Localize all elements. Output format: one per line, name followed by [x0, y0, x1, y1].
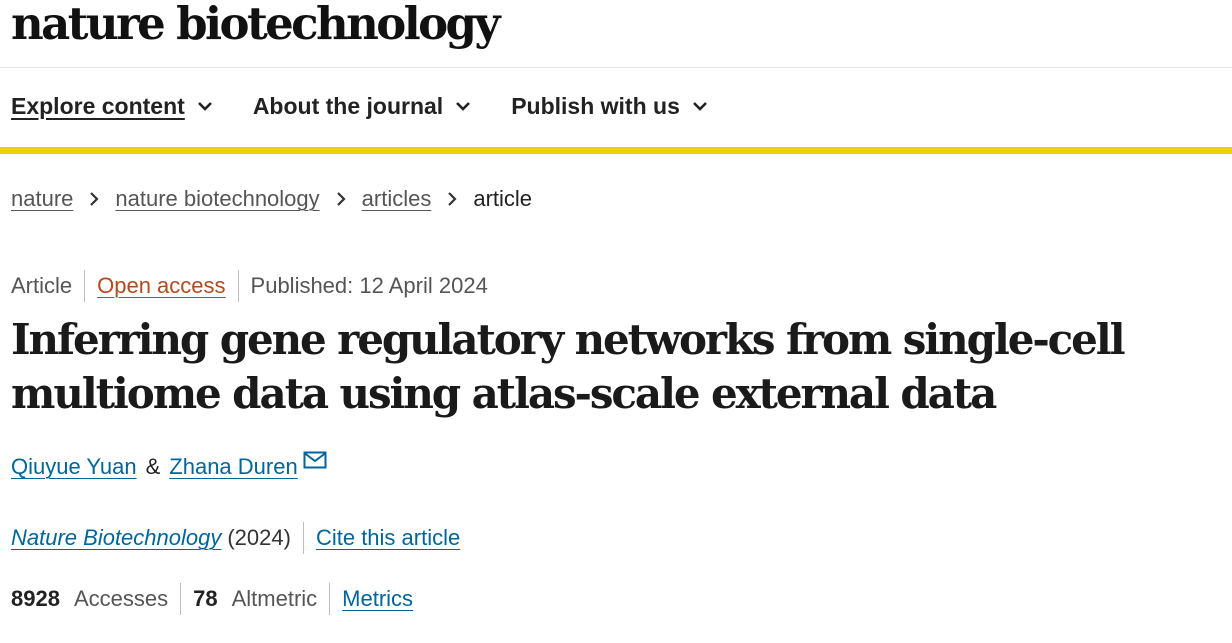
metrics-link[interactable]: Metrics [342, 586, 413, 612]
altmetric-score: 78 [193, 586, 218, 611]
author-link[interactable]: Zhana Duren [169, 454, 297, 480]
nav-about-journal[interactable]: About the journal [253, 93, 471, 120]
chevron-right-icon [448, 192, 457, 206]
breadcrumb: nature nature biotechnology articles art… [11, 186, 532, 212]
article-type: Article [11, 273, 73, 298]
chevron-down-icon [692, 102, 707, 111]
journal-link[interactable]: Nature Biotechnology [11, 525, 221, 551]
cite-this-article-link[interactable]: Cite this article [316, 525, 460, 551]
chevron-right-icon [90, 192, 99, 206]
chevron-down-icon [456, 102, 471, 111]
mail-icon[interactable] [303, 451, 327, 469]
nav-about-journal-label: About the journal [252, 92, 444, 119]
author-joiner: & [145, 454, 161, 479]
publication-year: (2024) [227, 525, 291, 550]
accesses-count: 8928 [11, 586, 60, 611]
breadcrumb-current: article [473, 186, 533, 211]
article-meta: Article Open access Published: 12 April … [11, 270, 488, 302]
nav-publish-with-us-label: Publish with us [511, 92, 680, 119]
journal-citation: Nature Biotechnology (2024) Cite this ar… [11, 522, 460, 554]
nav-publish-with-us[interactable]: Publish with us [511, 93, 708, 120]
article-title: Inferring gene regulatory networks from … [11, 315, 1126, 418]
nav-explore-content[interactable]: Explore content [11, 93, 213, 120]
divider [180, 583, 182, 615]
nav-explore-content-label: Explore content [11, 92, 185, 119]
breadcrumb-nature-biotechnology[interactable]: nature biotechnology [115, 186, 319, 212]
breadcrumb-articles[interactable]: articles [362, 186, 432, 212]
divider [84, 270, 86, 302]
masthead: nature biotechnology [0, 0, 1232, 68]
primary-nav: Explore content About the journal Publis… [0, 68, 1232, 154]
published-date: Published: 12 April 2024 [250, 273, 488, 298]
divider [329, 583, 331, 615]
author-list: Qiuyue Yuan & Zhana Duren [11, 451, 327, 480]
author-link[interactable]: Qiuyue Yuan [11, 454, 137, 480]
divider [302, 522, 304, 554]
chevron-down-icon [197, 102, 212, 111]
chevron-right-icon [336, 192, 346, 206]
divider [237, 270, 239, 302]
altmetric-label: Altmetric [231, 586, 318, 611]
accesses-label: Accesses [73, 586, 169, 611]
breadcrumb-nature[interactable]: nature [11, 186, 73, 212]
journal-logo[interactable]: nature biotechnology [11, 0, 501, 50]
article-metrics: 8928 Accesses 78 Altmetric Metrics [11, 583, 413, 615]
open-access-link[interactable]: Open access [97, 273, 225, 299]
